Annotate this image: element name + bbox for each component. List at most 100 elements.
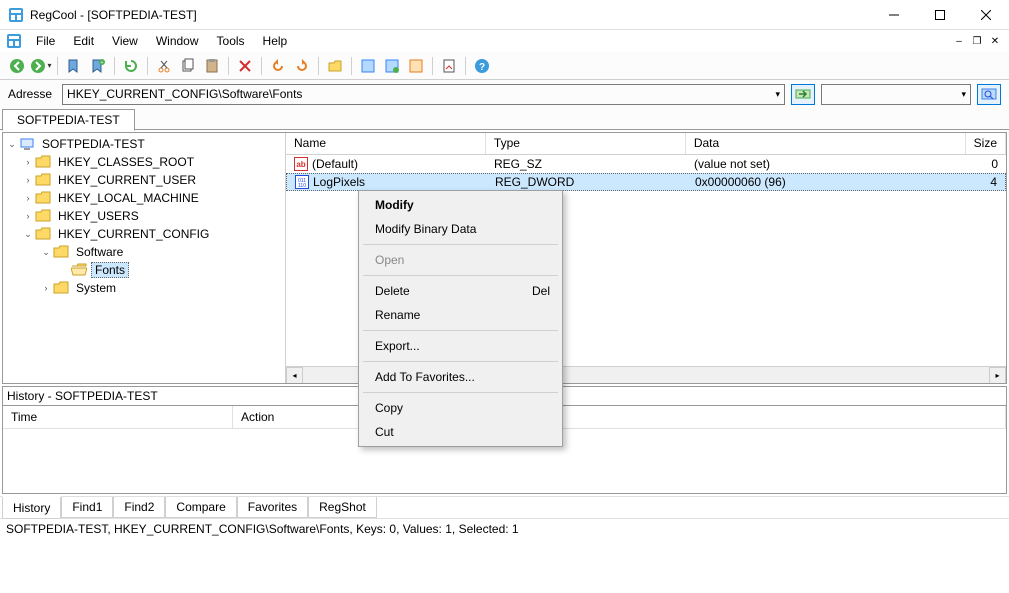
document-tabs: SOFTPEDIA-TEST bbox=[0, 108, 1009, 130]
tree-expander[interactable]: › bbox=[39, 283, 53, 293]
tree-fonts[interactable]: Fonts bbox=[91, 262, 129, 278]
col-type[interactable]: Type bbox=[486, 133, 686, 154]
btab-regshot[interactable]: RegShot bbox=[308, 497, 377, 518]
tree-hkcr[interactable]: HKEY_CLASSES_ROOT bbox=[55, 155, 197, 169]
close-button[interactable] bbox=[963, 0, 1009, 30]
tree-expander[interactable]: ⌄ bbox=[39, 247, 53, 258]
tool-icon-2[interactable] bbox=[381, 55, 403, 77]
tree-expander[interactable]: › bbox=[21, 157, 35, 167]
cm-favorites[interactable]: Add To Favorites... bbox=[361, 365, 560, 389]
string-value-icon: ab bbox=[294, 157, 308, 171]
tree-software[interactable]: Software bbox=[73, 245, 126, 259]
window-title: RegCool - [SOFTPEDIA-TEST] bbox=[30, 8, 871, 22]
tree-hkcc[interactable]: HKEY_CURRENT_CONFIG bbox=[55, 227, 212, 241]
col-name[interactable]: Name bbox=[286, 133, 486, 154]
folder-icon bbox=[53, 280, 69, 296]
copy-icon[interactable] bbox=[177, 55, 199, 77]
cm-rename[interactable]: Rename bbox=[361, 303, 560, 327]
menu-window[interactable]: Window bbox=[148, 32, 207, 50]
statusbar: SOFTPEDIA-TEST, HKEY_CURRENT_CONFIG\Soft… bbox=[0, 518, 1009, 540]
tool-icon-3[interactable] bbox=[405, 55, 427, 77]
address-input[interactable]: HKEY_CURRENT_CONFIG\Software\Fonts ▾ bbox=[62, 84, 785, 105]
menu-edit[interactable]: Edit bbox=[65, 32, 102, 50]
maximize-button[interactable] bbox=[917, 0, 963, 30]
folder-icon bbox=[35, 172, 51, 188]
undo-icon[interactable] bbox=[267, 55, 289, 77]
col-data[interactable]: Data bbox=[686, 133, 966, 154]
folder-icon bbox=[35, 190, 51, 206]
favorites-icon[interactable] bbox=[63, 55, 85, 77]
cm-export[interactable]: Export... bbox=[361, 334, 560, 358]
paste-icon[interactable] bbox=[201, 55, 223, 77]
context-menu: Modify Modify Binary Data Open DeleteDel… bbox=[358, 190, 563, 447]
tree-system[interactable]: System bbox=[73, 281, 119, 295]
menu-tools[interactable]: Tools bbox=[209, 32, 253, 50]
menubar: File Edit View Window Tools Help – ❐ ✕ bbox=[0, 30, 1009, 52]
tree-hku[interactable]: HKEY_USERS bbox=[55, 209, 142, 223]
refresh-icon[interactable] bbox=[120, 55, 142, 77]
folder-icon bbox=[53, 244, 69, 260]
menu-file[interactable]: File bbox=[28, 32, 63, 50]
back-button[interactable] bbox=[6, 55, 28, 77]
list-row[interactable]: ab(Default) REG_SZ (value not set) 0 bbox=[286, 155, 1006, 173]
app-icon bbox=[8, 7, 24, 23]
folder-icon bbox=[35, 154, 51, 170]
cm-modify-binary[interactable]: Modify Binary Data bbox=[361, 217, 560, 241]
cm-open: Open bbox=[361, 248, 560, 272]
btab-find1[interactable]: Find1 bbox=[61, 497, 113, 518]
btab-compare[interactable]: Compare bbox=[165, 497, 236, 518]
open-folder-icon[interactable] bbox=[324, 55, 346, 77]
tree-expander[interactable]: ⌄ bbox=[21, 229, 35, 240]
cm-modify[interactable]: Modify bbox=[361, 193, 560, 217]
tree-hklm[interactable]: HKEY_LOCAL_MACHINE bbox=[55, 191, 202, 205]
address-label: Adresse bbox=[8, 87, 56, 101]
titlebar: RegCool - [SOFTPEDIA-TEST] bbox=[0, 0, 1009, 30]
menu-help[interactable]: Help bbox=[255, 32, 296, 50]
list-row[interactable]: 011110LogPixels REG_DWORD 0x00000060 (96… bbox=[286, 173, 1006, 191]
tool-icon-1[interactable] bbox=[357, 55, 379, 77]
cut-icon[interactable] bbox=[153, 55, 175, 77]
menu-view[interactable]: View bbox=[104, 32, 146, 50]
history-col-time[interactable]: Time bbox=[3, 406, 233, 428]
mdi-restore-button[interactable]: ❐ bbox=[969, 33, 985, 49]
search-input[interactable]: ▾ bbox=[821, 84, 971, 105]
cm-copy[interactable]: Copy bbox=[361, 396, 560, 420]
add-favorite-icon[interactable]: + bbox=[87, 55, 109, 77]
history-col-action[interactable]: Action bbox=[233, 406, 1006, 428]
tab-softpedia-test[interactable]: SOFTPEDIA-TEST bbox=[2, 109, 135, 131]
tool-icon-4[interactable] bbox=[438, 55, 460, 77]
tree-expander[interactable]: ⌄ bbox=[5, 139, 19, 150]
btab-favorites[interactable]: Favorites bbox=[237, 497, 308, 518]
bottom-tabs: History Find1 Find2 Compare Favorites Re… bbox=[0, 496, 1009, 518]
svg-text:110: 110 bbox=[298, 183, 306, 189]
search-button[interactable] bbox=[977, 84, 1001, 105]
help-icon[interactable]: ? bbox=[471, 55, 493, 77]
app-icon-small bbox=[6, 33, 22, 49]
delete-icon[interactable] bbox=[234, 55, 256, 77]
svg-text:ab: ab bbox=[296, 160, 305, 169]
toolbar: ▾ + ? bbox=[0, 52, 1009, 80]
scroll-left-button[interactable]: ◂ bbox=[286, 367, 303, 384]
addressbar: Adresse HKEY_CURRENT_CONFIG\Software\Fon… bbox=[0, 80, 1009, 108]
tree-pane[interactable]: ⌄ SOFTPEDIA-TEST › HKEY_CLASSES_ROOT › HKE… bbox=[3, 133, 286, 383]
col-size[interactable]: Size bbox=[966, 133, 1006, 154]
minimize-button[interactable] bbox=[871, 0, 917, 30]
tree-hkcu[interactable]: HKEY_CURRENT_USER bbox=[55, 173, 199, 187]
btab-find2[interactable]: Find2 bbox=[113, 497, 165, 518]
forward-button[interactable]: ▾ bbox=[30, 55, 52, 77]
svg-text:?: ? bbox=[479, 62, 485, 73]
mdi-close-button[interactable]: ✕ bbox=[987, 33, 1003, 49]
mdi-minimize-button[interactable]: – bbox=[951, 33, 967, 49]
btab-history[interactable]: History bbox=[2, 496, 61, 519]
tree-expander[interactable]: › bbox=[21, 211, 35, 221]
tree-expander[interactable]: › bbox=[21, 175, 35, 185]
folder-open-icon bbox=[71, 262, 87, 278]
cm-cut[interactable]: Cut bbox=[361, 420, 560, 444]
redo-icon[interactable] bbox=[291, 55, 313, 77]
list-header[interactable]: Name Type Data Size bbox=[286, 133, 1006, 155]
go-button[interactable] bbox=[791, 84, 815, 105]
cm-delete[interactable]: DeleteDel bbox=[361, 279, 560, 303]
tree-root[interactable]: SOFTPEDIA-TEST bbox=[39, 137, 148, 151]
tree-expander[interactable]: › bbox=[21, 193, 35, 203]
scroll-right-button[interactable]: ▸ bbox=[989, 367, 1006, 384]
